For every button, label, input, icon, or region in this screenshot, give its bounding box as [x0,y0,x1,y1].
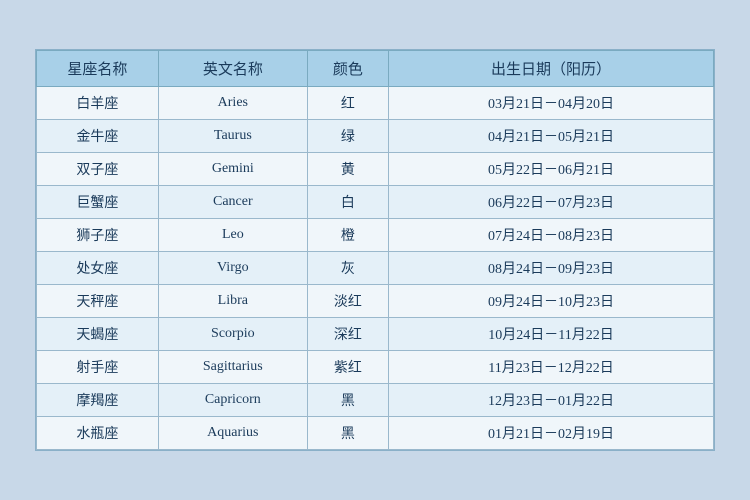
cell-zh: 狮子座 [37,219,159,252]
cell-zh: 双子座 [37,153,159,186]
cell-en: Sagittarius [158,351,307,384]
table-row: 摩羯座Capricorn黑12月23日－01月22日 [37,384,714,417]
table-row: 天秤座Libra淡红09月24日－10月23日 [37,285,714,318]
table-row: 水瓶座Aquarius黑01月21日－02月19日 [37,417,714,450]
table-row: 处女座Virgo灰08月24日－09月23日 [37,252,714,285]
cell-date: 10月24日－11月22日 [389,318,714,351]
table-row: 天蝎座Scorpio深红10月24日－11月22日 [37,318,714,351]
cell-color: 深红 [307,318,388,351]
cell-date: 09月24日－10月23日 [389,285,714,318]
cell-en: Aquarius [158,417,307,450]
cell-zh: 摩羯座 [37,384,159,417]
cell-zh: 天蝎座 [37,318,159,351]
cell-color: 黄 [307,153,388,186]
cell-zh: 天秤座 [37,285,159,318]
table-row: 狮子座Leo橙07月24日－08月23日 [37,219,714,252]
table-row: 射手座Sagittarius紫红11月23日－12月22日 [37,351,714,384]
cell-en: Scorpio [158,318,307,351]
cell-color: 黑 [307,417,388,450]
table-row: 巨蟹座Cancer白06月22日－07月23日 [37,186,714,219]
cell-zh: 巨蟹座 [37,186,159,219]
cell-en: Libra [158,285,307,318]
zodiac-table-container: 星座名称 英文名称 颜色 出生日期（阳历） 白羊座Aries红03月21日－04… [35,49,715,451]
cell-color: 红 [307,87,388,120]
header-en: 英文名称 [158,51,307,87]
table-header-row: 星座名称 英文名称 颜色 出生日期（阳历） [37,51,714,87]
cell-color: 灰 [307,252,388,285]
cell-date: 03月21日－04月20日 [389,87,714,120]
cell-en: Cancer [158,186,307,219]
cell-color: 紫红 [307,351,388,384]
cell-en: Aries [158,87,307,120]
cell-zh: 处女座 [37,252,159,285]
cell-zh: 射手座 [37,351,159,384]
cell-en: Leo [158,219,307,252]
cell-zh: 水瓶座 [37,417,159,450]
cell-en: Taurus [158,120,307,153]
cell-color: 绿 [307,120,388,153]
table-row: 双子座Gemini黄05月22日－06月21日 [37,153,714,186]
cell-color: 白 [307,186,388,219]
cell-date: 07月24日－08月23日 [389,219,714,252]
cell-zh: 白羊座 [37,87,159,120]
cell-en: Capricorn [158,384,307,417]
table-row: 金牛座Taurus绿04月21日－05月21日 [37,120,714,153]
cell-zh: 金牛座 [37,120,159,153]
cell-en: Virgo [158,252,307,285]
header-color: 颜色 [307,51,388,87]
cell-date: 12月23日－01月22日 [389,384,714,417]
cell-date: 04月21日－05月21日 [389,120,714,153]
header-date: 出生日期（阳历） [389,51,714,87]
cell-date: 01月21日－02月19日 [389,417,714,450]
cell-color: 橙 [307,219,388,252]
cell-date: 06月22日－07月23日 [389,186,714,219]
header-zh: 星座名称 [37,51,159,87]
cell-color: 淡红 [307,285,388,318]
zodiac-table: 星座名称 英文名称 颜色 出生日期（阳历） 白羊座Aries红03月21日－04… [36,50,714,450]
cell-en: Gemini [158,153,307,186]
table-row: 白羊座Aries红03月21日－04月20日 [37,87,714,120]
cell-date: 05月22日－06月21日 [389,153,714,186]
cell-color: 黑 [307,384,388,417]
cell-date: 11月23日－12月22日 [389,351,714,384]
cell-date: 08月24日－09月23日 [389,252,714,285]
